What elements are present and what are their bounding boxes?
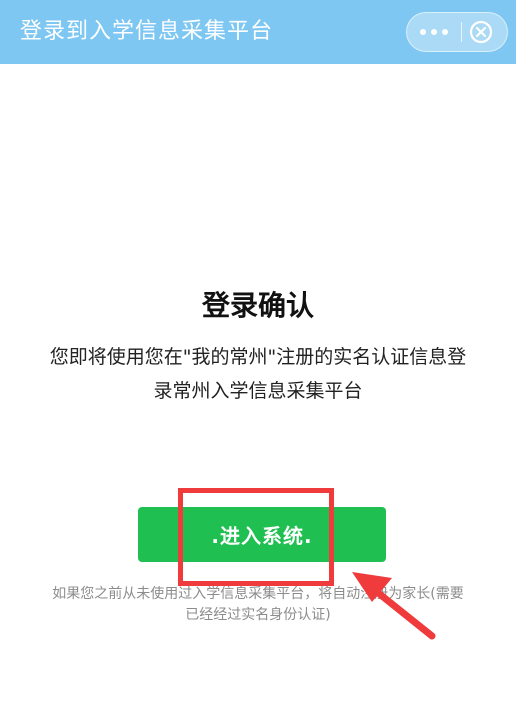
enter-system-button[interactable]: .进入系统. xyxy=(138,507,386,562)
capsule-divider xyxy=(461,22,462,42)
menu-capsule xyxy=(406,12,508,52)
confirm-heading: 登录确认 xyxy=(201,289,314,322)
confirm-description: 您即将使用您在"我的常州"注册的实名认证信息登录常州入学信息采集平台 xyxy=(49,346,467,402)
close-circle-icon[interactable] xyxy=(469,20,493,44)
more-dots-icon[interactable] xyxy=(407,13,461,51)
page-title: 登录到入学信息采集平台 xyxy=(20,19,274,44)
title-bar: 登录到入学信息采集平台 xyxy=(0,0,516,64)
auto-register-hint: 如果您之前从未使用过入学信息采集平台，将自动注册为家长(需要已经经过实名身份认证… xyxy=(52,586,464,623)
